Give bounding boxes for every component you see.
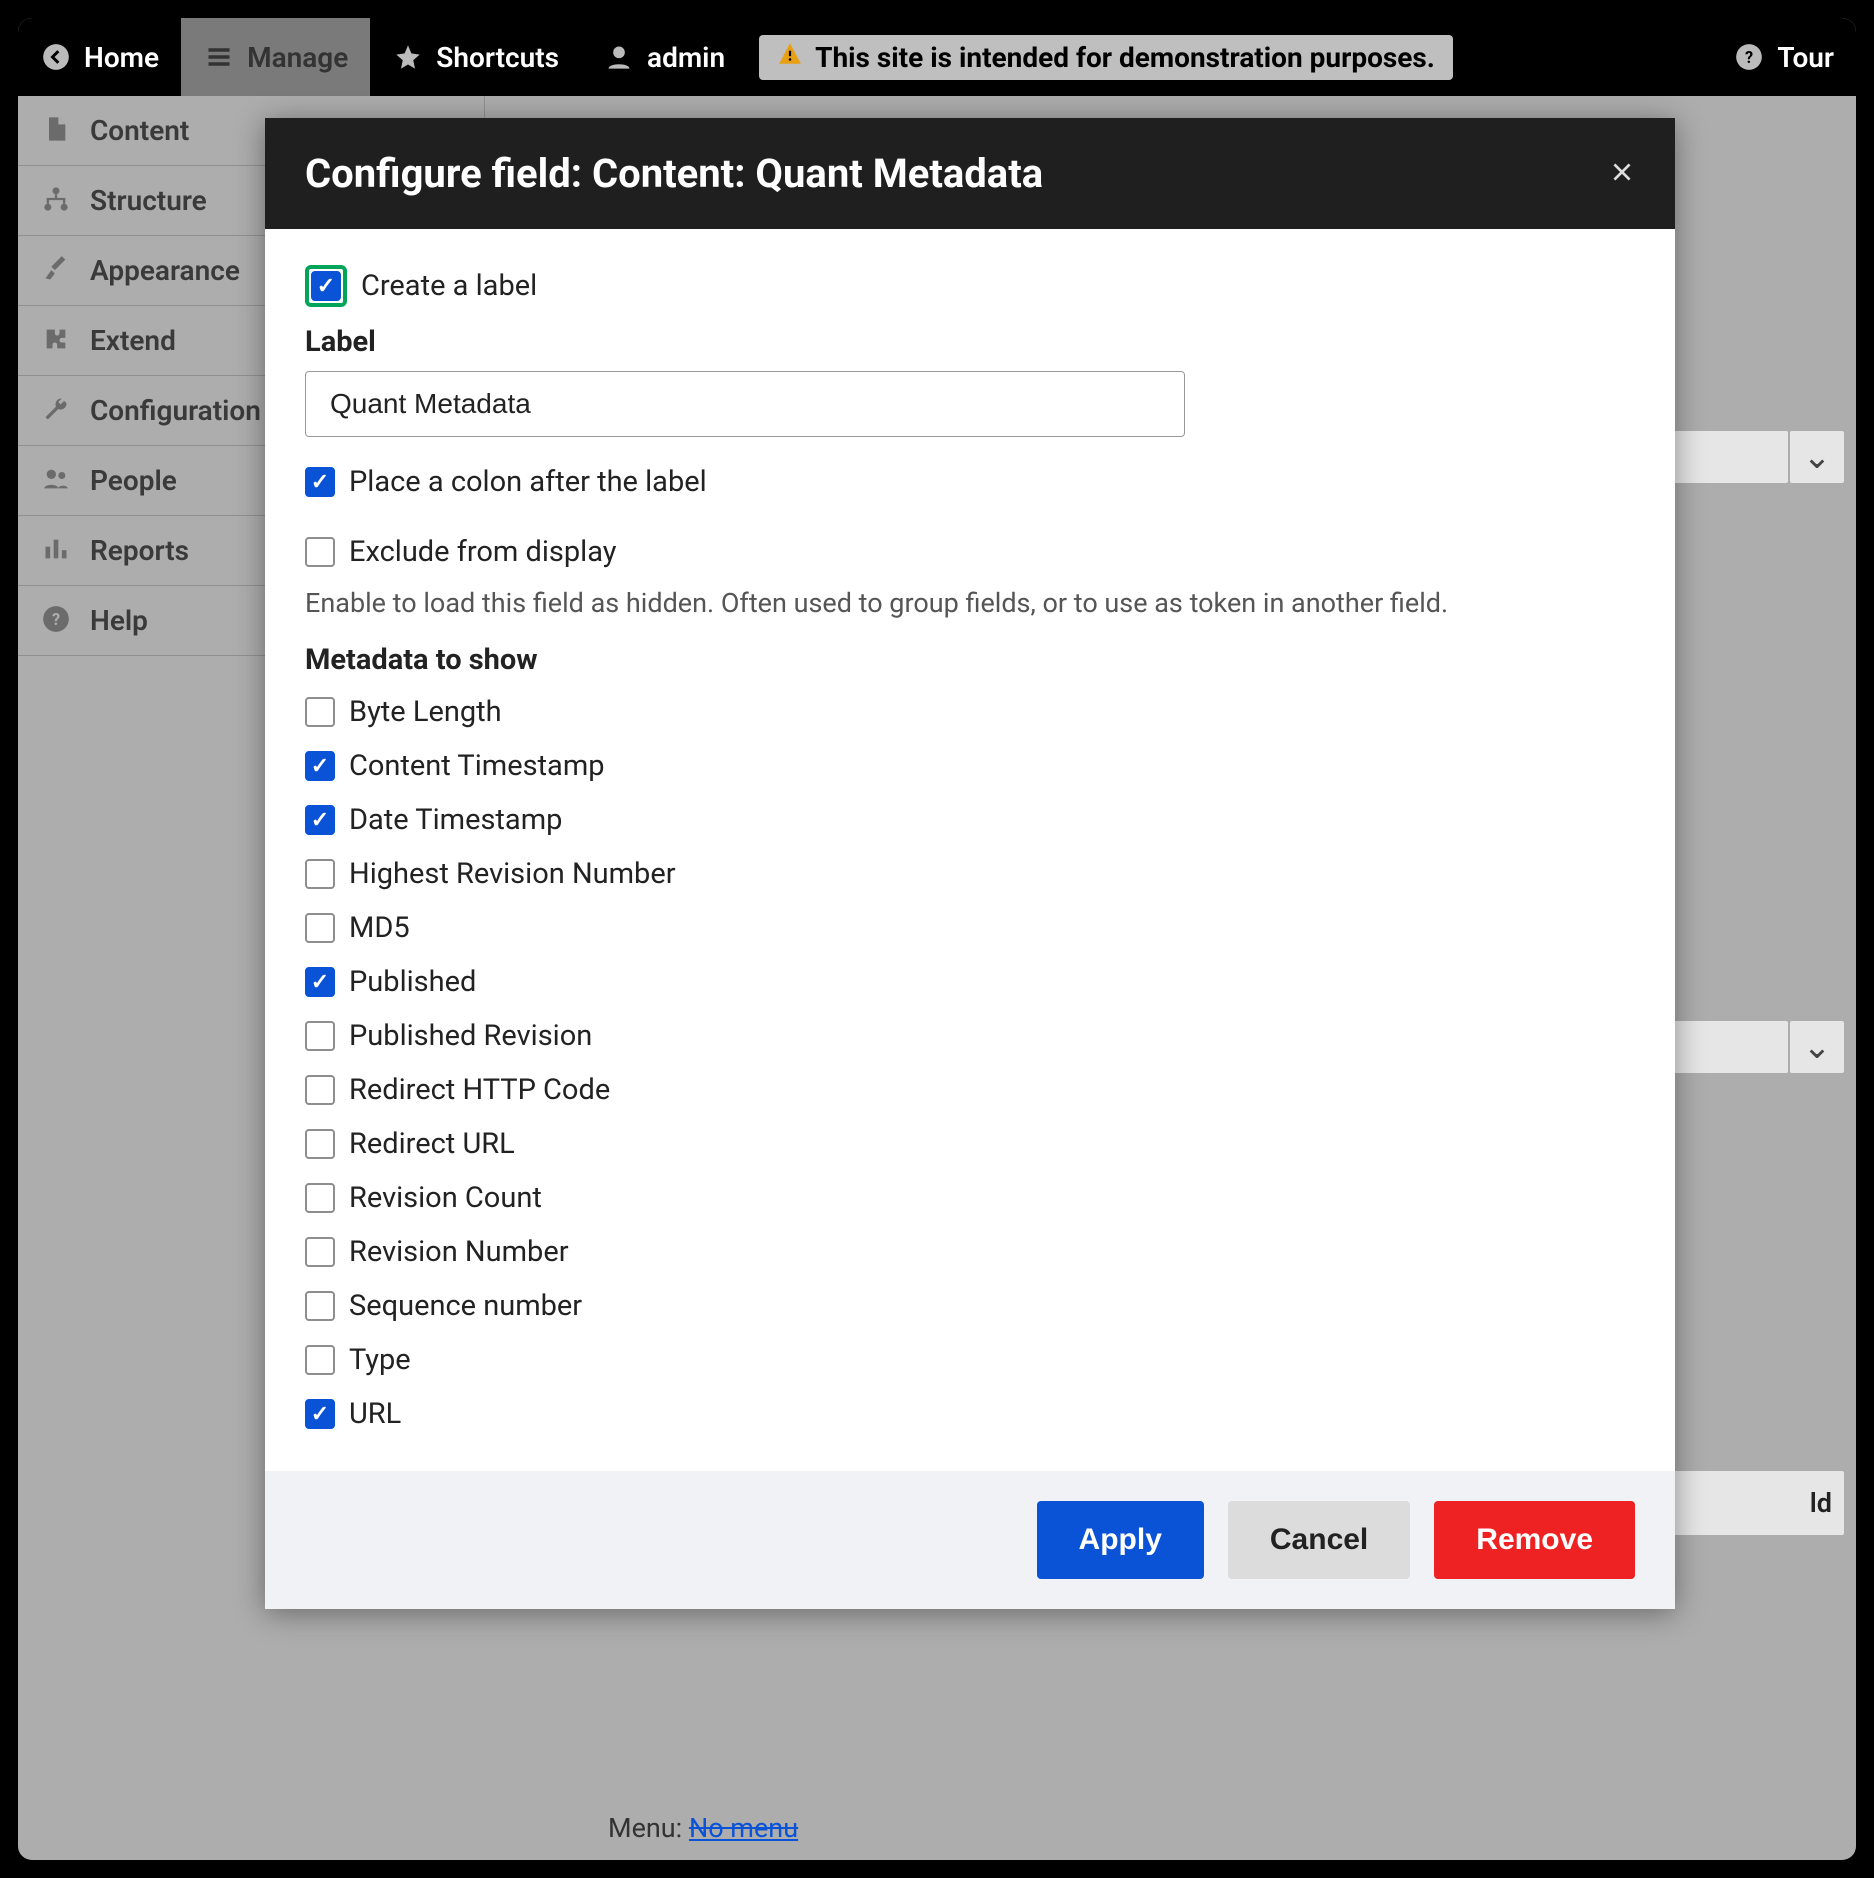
- metadata-label: Content Timestamp: [349, 749, 605, 783]
- bg-select-1: [1790, 431, 1844, 483]
- metadata-checkbox[interactable]: [305, 859, 335, 889]
- label-field-heading: Label: [305, 325, 1635, 359]
- metadata-checkbox[interactable]: [305, 697, 335, 727]
- toolbar-user[interactable]: admin: [581, 18, 747, 96]
- star-icon: [392, 41, 424, 73]
- bg-menu-line: Menu: No menu: [608, 1812, 798, 1844]
- metadata-label: Byte Length: [349, 695, 502, 729]
- toolbar-manage-label: Manage: [247, 41, 348, 74]
- metadata-row: Redirect HTTP Code: [305, 1073, 1635, 1107]
- metadata-label: Published: [349, 965, 476, 999]
- admin-toolbar: Home Manage Shortcuts admin This site is…: [18, 18, 1856, 96]
- metadata-row: Published Revision: [305, 1019, 1635, 1053]
- metadata-row: Sequence number: [305, 1289, 1635, 1323]
- cancel-button[interactable]: Cancel: [1228, 1501, 1410, 1579]
- toolbar-shortcuts[interactable]: Shortcuts: [370, 18, 581, 96]
- create-label-row: Create a label: [305, 265, 1635, 307]
- bg-menu-label: Menu:: [608, 1812, 682, 1844]
- modal-close-button[interactable]: [1609, 155, 1635, 193]
- metadata-checkbox[interactable]: [305, 1075, 335, 1105]
- metadata-checkbox[interactable]: [305, 1345, 335, 1375]
- demo-banner-text: This site is intended for demonstration …: [815, 41, 1435, 74]
- place-colon-checkbox[interactable]: [305, 467, 335, 497]
- metadata-heading: Metadata to show: [305, 643, 1635, 677]
- metadata-row: Redirect URL: [305, 1127, 1635, 1161]
- metadata-row: Type: [305, 1343, 1635, 1377]
- modal-header: Configure field: Content: Quant Metadata: [265, 118, 1675, 229]
- exclude-help: Enable to load this field as hidden. Oft…: [305, 587, 1635, 619]
- configure-field-modal: Configure field: Content: Quant Metadata…: [265, 118, 1675, 1609]
- toolbar-shortcuts-label: Shortcuts: [436, 41, 559, 74]
- metadata-checkbox[interactable]: [305, 751, 335, 781]
- metadata-label: Redirect URL: [349, 1127, 515, 1161]
- metadata-checkbox[interactable]: [305, 913, 335, 943]
- create-label-checkbox[interactable]: [311, 271, 341, 301]
- metadata-checkbox[interactable]: [305, 1237, 335, 1267]
- metadata-label: Revision Number: [349, 1235, 569, 1269]
- metadata-label: MD5: [349, 911, 410, 945]
- metadata-label: Highest Revision Number: [349, 857, 676, 891]
- help-circle-icon: ?: [1733, 41, 1765, 73]
- toolbar-tour[interactable]: ? Tour: [1711, 18, 1856, 96]
- metadata-checkbox[interactable]: [305, 805, 335, 835]
- svg-text:?: ?: [1745, 48, 1753, 67]
- toolbar-manage[interactable]: Manage: [181, 18, 370, 96]
- metadata-label: Sequence number: [349, 1289, 582, 1323]
- label-input[interactable]: [305, 371, 1185, 437]
- create-label-text: Create a label: [361, 269, 537, 303]
- user-icon: [603, 41, 635, 73]
- exclude-text: Exclude from display: [349, 535, 617, 569]
- hamburger-icon: [203, 41, 235, 73]
- exclude-row: Exclude from display: [305, 535, 1635, 569]
- bg-field-1: [1668, 431, 1788, 483]
- warning-icon: [777, 41, 803, 74]
- metadata-row: Byte Length: [305, 695, 1635, 729]
- metadata-checkbox[interactable]: [305, 1021, 335, 1051]
- metadata-checkbox[interactable]: [305, 1291, 335, 1321]
- exclude-checkbox[interactable]: [305, 537, 335, 567]
- bg-add-button: ld: [1664, 1471, 1844, 1535]
- metadata-list: Byte Length Content Timestamp Date Timesta…: [305, 695, 1635, 1431]
- bg-select-2: [1790, 1021, 1844, 1073]
- modal-footer: Apply Cancel Remove: [265, 1471, 1675, 1609]
- metadata-row: Content Timestamp: [305, 749, 1635, 783]
- metadata-row: Date Timestamp: [305, 803, 1635, 837]
- metadata-row: URL: [305, 1397, 1635, 1431]
- bg-field-2: [1668, 1021, 1788, 1073]
- metadata-row: Revision Number: [305, 1235, 1635, 1269]
- metadata-label: Type: [349, 1343, 411, 1377]
- toolbar-user-label: admin: [647, 41, 725, 74]
- toolbar-home[interactable]: Home: [18, 18, 181, 96]
- bg-menu-link: No menu: [689, 1812, 798, 1844]
- metadata-row: Published: [305, 965, 1635, 999]
- modal-title: Configure field: Content: Quant Metadata: [305, 150, 1043, 197]
- place-colon-row: Place a colon after the label: [305, 465, 1635, 499]
- metadata-row: MD5: [305, 911, 1635, 945]
- metadata-label: Redirect HTTP Code: [349, 1073, 610, 1107]
- apply-button[interactable]: Apply: [1037, 1501, 1204, 1579]
- back-arrow-icon: [40, 41, 72, 73]
- place-colon-text: Place a colon after the label: [349, 465, 707, 499]
- metadata-label: Revision Count: [349, 1181, 542, 1215]
- metadata-checkbox[interactable]: [305, 967, 335, 997]
- toolbar-home-label: Home: [84, 41, 159, 74]
- metadata-label: Date Timestamp: [349, 803, 562, 837]
- metadata-row: Revision Count: [305, 1181, 1635, 1215]
- toolbar-tour-label: Tour: [1777, 41, 1834, 74]
- metadata-label: Published Revision: [349, 1019, 592, 1053]
- metadata-checkbox[interactable]: [305, 1129, 335, 1159]
- demo-banner: This site is intended for demonstration …: [759, 35, 1453, 80]
- metadata-row: Highest Revision Number: [305, 857, 1635, 891]
- metadata-label: URL: [349, 1397, 401, 1431]
- metadata-checkbox[interactable]: [305, 1183, 335, 1213]
- remove-button[interactable]: Remove: [1434, 1501, 1635, 1579]
- metadata-checkbox[interactable]: [305, 1399, 335, 1429]
